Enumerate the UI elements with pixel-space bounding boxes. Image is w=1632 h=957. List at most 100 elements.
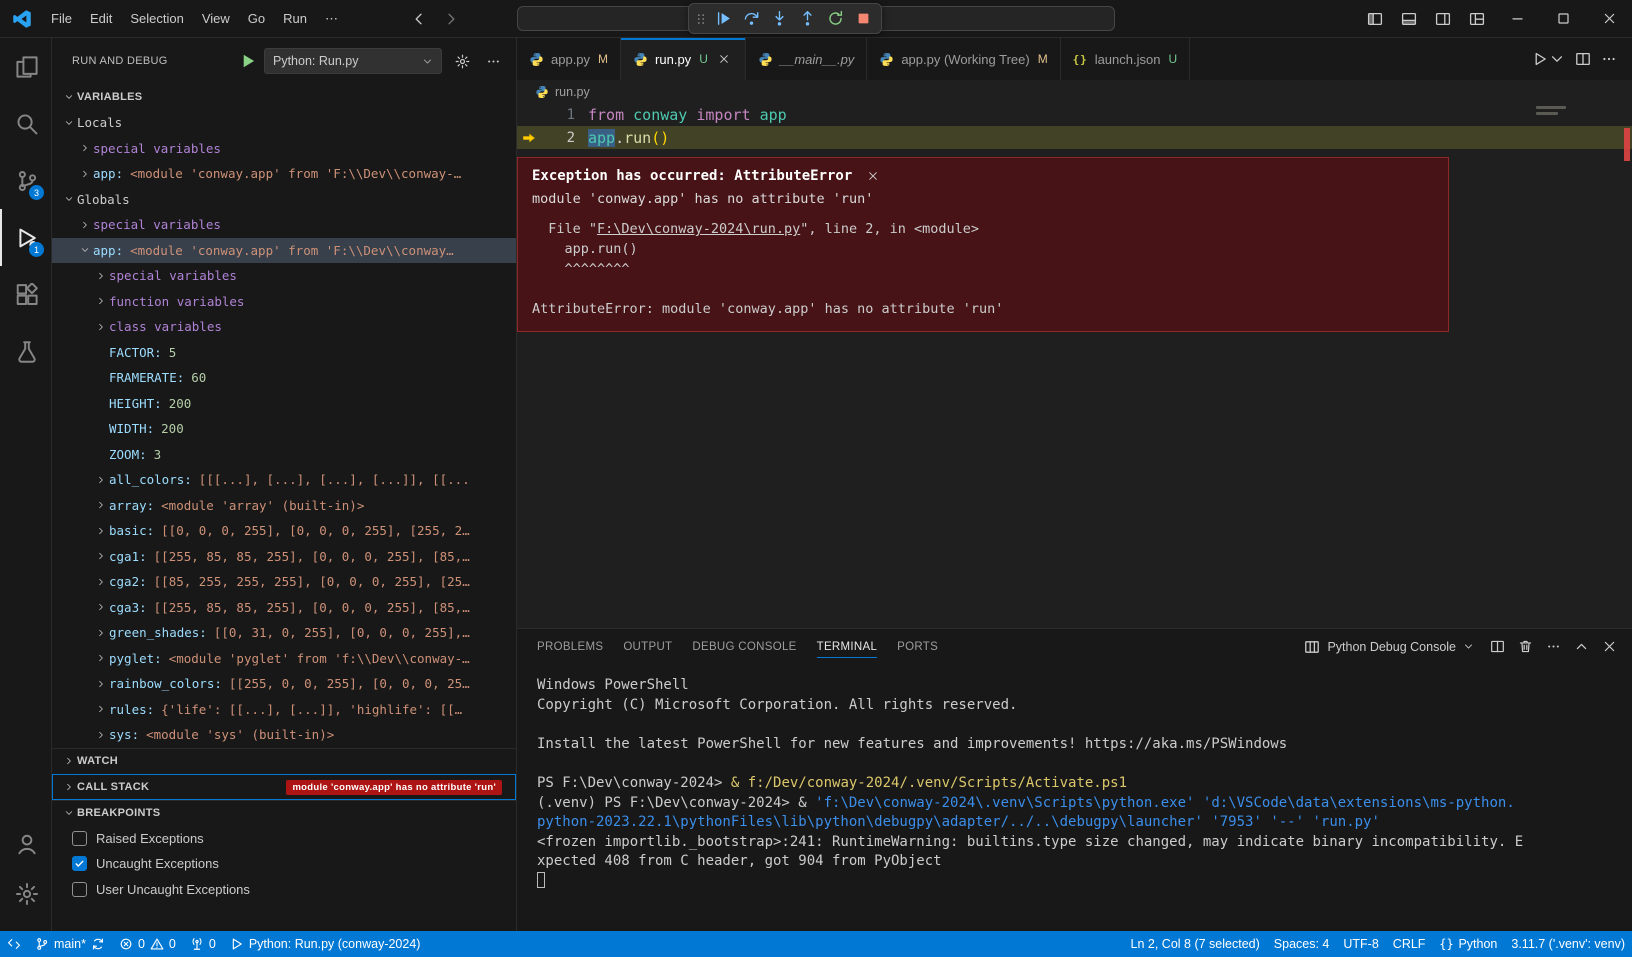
variable-row[interactable]: app:<module 'conway.app' from 'F:\\Dev\\…: [52, 161, 516, 187]
status-indentation[interactable]: Spaces: 4: [1267, 931, 1337, 957]
code-editor[interactable]: 1from conway import app2app.run() Except…: [517, 103, 1632, 628]
step-over-button[interactable]: [738, 6, 764, 32]
variable-row[interactable]: cga2:[[85, 255, 255, 255], [0, 0, 0, 255…: [52, 569, 516, 595]
activity-accounts[interactable]: [0, 819, 51, 869]
menu-view[interactable]: View: [193, 6, 239, 32]
variable-row[interactable]: Locals: [52, 110, 516, 136]
tab-app-py[interactable]: app.pyM: [517, 38, 621, 80]
more-actions-button[interactable]: [1540, 634, 1566, 660]
restart-button[interactable]: [822, 6, 848, 32]
stop-button[interactable]: [850, 6, 876, 32]
variable-row[interactable]: special variables: [52, 212, 516, 238]
variable-row[interactable]: pyglet:<module 'pyglet' from 'f:\\Dev\\c…: [52, 646, 516, 672]
kill-terminal-button[interactable]: [1512, 634, 1538, 660]
step-into-button[interactable]: [766, 6, 792, 32]
activity-source-control[interactable]: 3: [0, 152, 51, 209]
variable-row[interactable]: class variables: [52, 314, 516, 340]
variable-row[interactable]: FRAMERATE:60: [52, 365, 516, 391]
status-debug-launch[interactable]: Python: Run.py (conway-2024): [223, 931, 428, 957]
status-python-interpreter[interactable]: 3.11.7 ('.venv': venv): [1504, 931, 1632, 957]
tab-main-py[interactable]: __main__.py: [746, 38, 867, 80]
variable-row[interactable]: all_colors:[[[...], [...], [...], [...]]…: [52, 467, 516, 493]
tab-app-py-working-tree[interactable]: app.py (Working Tree)M: [867, 38, 1060, 80]
continue-button[interactable]: [710, 6, 736, 32]
variable-row[interactable]: Globals: [52, 187, 516, 213]
activity-explorer[interactable]: [0, 38, 51, 95]
status-encoding[interactable]: UTF-8: [1336, 931, 1385, 957]
variable-row[interactable]: sys:<module 'sys' (built-in)>: [52, 722, 516, 748]
activity-extensions[interactable]: [0, 266, 51, 323]
status-ports[interactable]: 0: [183, 931, 223, 957]
variable-row[interactable]: app:<module 'conway.app' from 'F:\\Dev\\…: [52, 238, 516, 264]
panel-tab-terminal[interactable]: TERMINAL: [807, 629, 888, 664]
status-git-branch[interactable]: main*: [28, 931, 112, 957]
activity-run-and-debug[interactable]: 1: [0, 209, 51, 266]
activity-testing[interactable]: [0, 323, 51, 380]
activity-search[interactable]: [0, 95, 51, 152]
minimize-button[interactable]: [1494, 0, 1540, 37]
tab-run-py[interactable]: run.pyU: [621, 38, 746, 80]
variable-row[interactable]: function variables: [52, 289, 516, 315]
maximize-panel-button[interactable]: [1568, 634, 1594, 660]
go-forward-button[interactable]: [443, 11, 459, 27]
status-problems[interactable]: 00: [112, 931, 183, 957]
more-actions-button[interactable]: [1596, 46, 1622, 72]
layout-sidebar-right-button[interactable]: [1426, 0, 1460, 37]
terminal-session-selector[interactable]: Python Debug Console: [1296, 639, 1482, 655]
close-panel-button[interactable]: [1596, 634, 1622, 660]
checkbox[interactable]: [72, 831, 87, 846]
stack-frame-link[interactable]: F:\Dev\conway-2024\run.py: [597, 221, 800, 237]
debug-settings-gear[interactable]: [451, 50, 473, 72]
close-exception-button[interactable]: [864, 167, 882, 185]
views-more-actions[interactable]: [482, 50, 504, 72]
menu-run[interactable]: Run: [274, 6, 316, 32]
checkbox[interactable]: [72, 856, 87, 871]
scrollbar-error-marker[interactable]: [1624, 128, 1630, 161]
terminal-output[interactable]: Windows PowerShellCopyright (C) Microsof…: [517, 664, 1632, 931]
activity-settings[interactable]: [0, 869, 51, 919]
run-python-file-button[interactable]: [1527, 46, 1570, 72]
close-window-button[interactable]: [1586, 0, 1632, 37]
breakpoint-user-uncaught-exceptions[interactable]: User Uncaught Exceptions: [52, 877, 516, 903]
menu-edit[interactable]: Edit: [81, 6, 121, 32]
variable-row[interactable]: cga1:[[255, 85, 85, 255], [0, 0, 0, 255]…: [52, 544, 516, 570]
panel-tab-problems[interactable]: PROBLEMS: [527, 629, 613, 664]
variable-row[interactable]: cga3:[[255, 85, 85, 255], [0, 0, 0, 255]…: [52, 595, 516, 621]
breakpoint-raised-exceptions[interactable]: Raised Exceptions: [52, 826, 516, 852]
status-language-mode[interactable]: {}Python: [1432, 931, 1504, 957]
variable-row[interactable]: array:<module 'array' (built-in)>: [52, 493, 516, 519]
go-back-button[interactable]: [411, 11, 427, 27]
status-cursor-position[interactable]: Ln 2, Col 8 (7 selected): [1124, 931, 1267, 957]
split-editor-button[interactable]: [1570, 46, 1596, 72]
status-remote-indicator[interactable]: [0, 931, 28, 957]
layout-panel-button[interactable]: [1392, 0, 1426, 37]
section-watch[interactable]: WATCH: [52, 748, 516, 774]
step-out-button[interactable]: [794, 6, 820, 32]
breakpoint-uncaught-exceptions[interactable]: Uncaught Exceptions: [52, 851, 516, 877]
breadcrumb[interactable]: run.py: [517, 80, 1632, 103]
close-tab-icon[interactable]: [715, 50, 733, 68]
variable-row[interactable]: HEIGHT:200: [52, 391, 516, 417]
maximize-button[interactable]: [1540, 0, 1586, 37]
layout-sidebar-button[interactable]: [1358, 0, 1392, 37]
variable-row[interactable]: rainbow_colors:[[255, 0, 0, 255], [0, 0,…: [52, 671, 516, 697]
toolbar-drag-handle-icon[interactable]: [694, 11, 708, 27]
tab-launch-json[interactable]: {}launch.jsonU: [1061, 38, 1190, 80]
code-line-1[interactable]: 1from conway import app: [517, 103, 1632, 126]
panel-tab-debug-console[interactable]: DEBUG CONSOLE: [682, 629, 806, 664]
section-breakpoints[interactable]: BREAKPOINTS: [52, 800, 516, 826]
variable-row[interactable]: green_shades:[[0, 31, 0, 255], [0, 0, 0,…: [52, 620, 516, 646]
debug-config-select[interactable]: Python: Run.py: [264, 48, 442, 74]
menu-file[interactable]: File: [42, 6, 81, 32]
variable-row[interactable]: WIDTH:200: [52, 416, 516, 442]
variable-row[interactable]: FACTOR:5: [52, 340, 516, 366]
menu-go[interactable]: Go: [239, 6, 274, 32]
code-line-2[interactable]: 2app.run(): [517, 126, 1632, 149]
panel-tab-output[interactable]: OUTPUT: [613, 629, 682, 664]
checkbox[interactable]: [72, 882, 87, 897]
menu-selection[interactable]: Selection: [121, 6, 192, 32]
start-debugging-button[interactable]: [239, 52, 257, 70]
status-eol[interactable]: CRLF: [1386, 931, 1433, 957]
menu-more[interactable]: ⋯: [316, 6, 347, 32]
variable-row[interactable]: special variables: [52, 263, 516, 289]
